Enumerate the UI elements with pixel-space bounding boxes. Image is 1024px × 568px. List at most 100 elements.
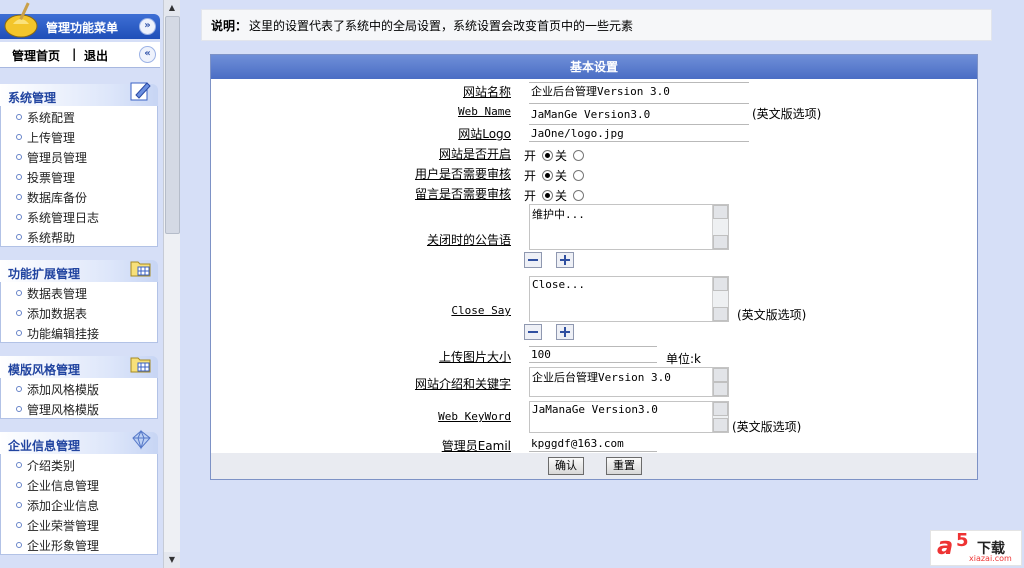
menu-item-add-template[interactable]: 添加风格模版 (1, 378, 157, 398)
shrink-textarea-minus-icon[interactable] (524, 252, 542, 268)
menu-item-label: 添加数据表 (27, 307, 88, 321)
section-header[interactable]: 功能扩展管理 (0, 260, 158, 282)
menu-item-votes[interactable]: 投票管理 (1, 166, 157, 186)
menu-item-label: 上传管理 (27, 131, 76, 145)
confirm-button[interactable]: 确认 (548, 457, 584, 475)
scroll-down-icon[interactable]: ▼ (164, 552, 180, 568)
bullet-icon (16, 462, 22, 468)
bullet-icon (16, 290, 22, 296)
sidebar-scrollbar[interactable]: ▲ ▼ (163, 0, 180, 568)
web-name-input[interactable] (529, 103, 749, 125)
menu-item-intro-category[interactable]: 介绍类别 (1, 454, 157, 474)
bullet-icon (16, 406, 22, 412)
message-review-radios: 开关 (524, 187, 586, 204)
a5-watermark-logo: a 5 下载 xiazai.com (930, 530, 1022, 566)
site-name-input[interactable] (529, 82, 749, 98)
logo-input[interactable] (529, 124, 749, 142)
expand-textarea-plus-icon[interactable] (556, 324, 574, 340)
menu-item-honors[interactable]: 企业荣誉管理 (1, 514, 157, 534)
shrink-textarea-minus-icon[interactable] (524, 324, 542, 340)
bullet-icon (16, 482, 22, 488)
menu-item-company-info[interactable]: 企业信息管理 (1, 474, 157, 494)
menu-item-add-company-info[interactable]: 添加企业信息 (1, 494, 157, 514)
expand-textarea-plus-icon[interactable] (556, 252, 574, 268)
menu-item-company-image[interactable]: 企业形象管理 (1, 534, 157, 554)
textarea-scrollbar[interactable] (712, 368, 728, 396)
message-review-no-radio[interactable] (573, 190, 585, 201)
collapse-menu-button[interactable]: » (139, 18, 156, 35)
gem-icon (132, 429, 151, 450)
scrollbar-thumb[interactable] (165, 16, 180, 234)
logout-link[interactable]: 退出 (84, 47, 108, 64)
close-option-label: 关 (555, 149, 568, 163)
site-open-yes-radio[interactable] (542, 150, 554, 161)
menu-item-admins[interactable]: 管理员管理 (1, 146, 157, 166)
english-option-hint: (英文版选项) (752, 107, 822, 121)
scroll-up-icon[interactable]: ▲ (164, 0, 180, 16)
menu-item-feature-hooks[interactable]: 功能编辑挂接 (1, 322, 157, 342)
bullet-icon (16, 214, 22, 220)
section-company-info: 企业信息管理 介绍类别 企业信息管理 添加企业信息 企业荣誉管理 企业形象管理 (0, 429, 158, 555)
admin-home-link[interactable]: 管理首页 (12, 47, 60, 64)
bullet-icon (16, 386, 22, 392)
intro-keywords-textarea[interactable]: 企业后台管理Version 3.0 (529, 367, 729, 397)
logo-label: 网站Logo (458, 127, 511, 141)
bullet-icon (16, 310, 22, 316)
menu-item-label: 管理员管理 (27, 151, 88, 165)
admin-email-input[interactable] (529, 435, 657, 452)
textarea-scrollbar[interactable] (712, 205, 728, 249)
message-review-yes-radio[interactable] (542, 190, 554, 201)
broom-logo-icon (4, 2, 38, 38)
bullet-icon (16, 134, 22, 140)
textarea-scrollbar[interactable] (712, 277, 728, 321)
panel-footer (211, 453, 977, 479)
textarea-scrollbar[interactable] (712, 402, 728, 432)
menu-item-manage-templates[interactable]: 管理风格模版 (1, 398, 157, 418)
close-notice-textarea[interactable]: 维护中... (529, 204, 729, 250)
upload-size-input[interactable] (529, 346, 657, 363)
user-review-label: 用户是否需要审核 (414, 167, 511, 181)
nav-separator: | (72, 47, 77, 61)
section-header[interactable]: 模版风格管理 (0, 356, 158, 378)
section-header[interactable]: 系统管理 (0, 82, 158, 106)
web-keyword-textarea[interactable]: JaManaGe Version3.0 (529, 401, 729, 433)
menu-item-system-config[interactable]: 系统配置 (1, 106, 157, 126)
collapse-sidebar-button[interactable]: « (139, 46, 156, 63)
menu-item-label: 添加企业信息 (27, 499, 100, 513)
site-open-no-radio[interactable] (573, 150, 585, 161)
menu-item-label: 企业荣誉管理 (27, 519, 100, 533)
section-extension-management: 功能扩展管理 数据表管理 添加数据表 功能编辑挂接 (0, 260, 158, 343)
menu-item-label: 功能编辑挂接 (27, 327, 100, 341)
admin-email-label: 管理员Eamil (441, 439, 511, 453)
menu-item-add-table[interactable]: 添加数据表 (1, 302, 157, 322)
sidebar-title: 管理功能菜单 (46, 21, 119, 35)
basic-settings-panel: 基本设置 网站名称 Web Name (英文版选项) 网站Logo 网站是否开启… (210, 54, 978, 480)
bullet-icon (16, 234, 22, 240)
section-header[interactable]: 企业信息管理 (0, 429, 158, 454)
open-option-label: 开 (524, 149, 537, 163)
menu-item-label: 企业形象管理 (27, 539, 100, 553)
reset-button[interactable]: 重置 (606, 457, 642, 475)
bullet-icon (16, 330, 22, 336)
user-review-no-radio[interactable] (573, 170, 585, 181)
section-items: 介绍类别 企业信息管理 添加企业信息 企业荣誉管理 企业形象管理 (0, 454, 158, 555)
bullet-icon (16, 542, 22, 548)
message-review-label: 留言是否需要审核 (414, 187, 511, 201)
upload-unit: 单位:k (666, 352, 701, 366)
user-review-yes-radio[interactable] (542, 170, 554, 181)
section-items: 添加风格模版 管理风格模版 (0, 378, 158, 419)
menu-item-db-backup[interactable]: 数据库备份 (1, 186, 157, 206)
menu-item-label: 数据表管理 (27, 287, 88, 301)
menu-item-system-help[interactable]: 系统帮助 (1, 226, 157, 246)
section-items: 数据表管理 添加数据表 功能编辑挂接 (0, 282, 158, 343)
menu-item-upload[interactable]: 上传管理 (1, 126, 157, 146)
close-say-textarea[interactable]: Close... (529, 276, 729, 322)
close-notice-text: 维护中... (532, 208, 585, 221)
menu-item-tables[interactable]: 数据表管理 (1, 282, 157, 302)
menu-item-system-log[interactable]: 系统管理日志 (1, 206, 157, 226)
menu-item-label: 介绍类别 (27, 459, 76, 473)
site-name-label: 网站名称 (462, 85, 511, 99)
sidebar-header: 管理功能菜单 » (0, 2, 160, 39)
description-box: 说明： 这里的设置代表了系统中的全局设置，系统设置会改变首页中的一些元素 (201, 9, 992, 41)
description-label: 说明： (211, 19, 248, 33)
